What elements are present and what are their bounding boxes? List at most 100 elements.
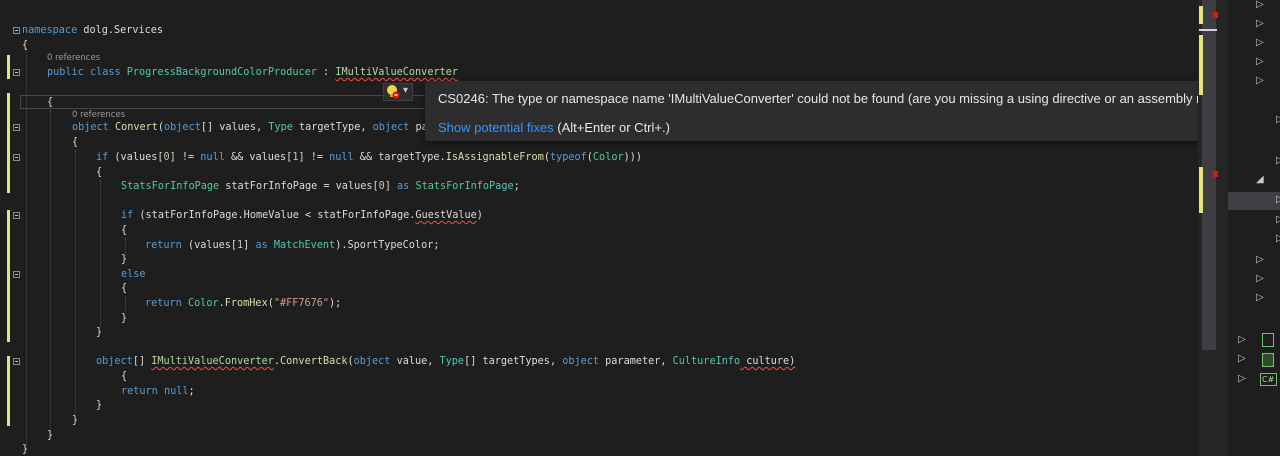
expand-triangle-icon[interactable]: ▷ <box>1256 56 1264 67</box>
code-line: } <box>0 429 53 443</box>
expand-triangle-icon[interactable]: ▷ <box>1256 292 1264 303</box>
code-line: if (statForInfoPage.HomeValue < statForI… <box>0 209 483 223</box>
token-text: ] <box>384 181 398 192</box>
expand-triangle-icon[interactable]: ▷ <box>1238 353 1246 364</box>
token-text: parameter, <box>599 356 673 367</box>
codelens[interactable]: 0 references <box>0 110 125 121</box>
token-text: (statForInfoPage.HomeValue < statForInfo… <box>133 210 416 221</box>
token-error-interface[interactable]: IMultiValueConverter <box>335 67 458 78</box>
token-type: Color <box>592 152 624 163</box>
token-brace: } <box>96 327 103 338</box>
token-text: ); <box>329 298 342 309</box>
quick-actions-lightbulb[interactable]: ▾ <box>383 83 413 101</box>
token-text: ] != <box>298 152 330 163</box>
code-line: } <box>0 253 127 267</box>
fold-toggle[interactable] <box>13 358 20 365</box>
expand-triangle-icon[interactable]: ▷ <box>1256 273 1264 284</box>
error-marker <box>1213 171 1218 177</box>
shortcut-hint: (Alt+Enter or Ctrl+.) <box>553 120 670 135</box>
chevron-down-icon[interactable]: ▾ <box>403 85 408 96</box>
token-text: statForInfoPage = values[ <box>219 181 379 192</box>
expand-triangle-icon[interactable]: ▷ <box>1238 334 1246 345</box>
token-error-interface[interactable]: IMultiValueConverter <box>151 356 274 367</box>
change-marker <box>1199 167 1203 213</box>
token-keyword: as <box>255 240 268 251</box>
code-line: object Convert(object[] values, Type tar… <box>0 121 428 135</box>
token-keyword: if <box>96 152 109 163</box>
token-keyword: object <box>562 356 600 367</box>
token-keyword: return <box>145 240 182 251</box>
token-type: MatchEvent <box>273 240 336 251</box>
token-keyword: else <box>121 269 146 280</box>
token-brace: } <box>47 430 54 441</box>
token-brace: { <box>72 137 79 148</box>
code-line: } <box>0 399 102 413</box>
expand-triangle-icon[interactable]: ▷ <box>1256 254 1264 265</box>
token-text: (values[ <box>108 152 164 163</box>
expand-triangle-icon[interactable]: ▷ <box>1256 75 1264 86</box>
expand-triangle-icon[interactable]: ▷ <box>1276 155 1280 166</box>
error-marker <box>1213 12 1218 18</box>
show-potential-fixes-link[interactable]: Show potential fixes <box>438 120 554 135</box>
token-keyword: null <box>329 152 354 163</box>
expand-triangle-icon[interactable]: ▷ <box>1276 194 1280 205</box>
token-text: && values[ <box>224 152 293 163</box>
expand-triangle-icon[interactable]: ▷ <box>1256 18 1264 29</box>
file-icon <box>1262 353 1274 367</box>
expand-triangle-icon[interactable]: ▷ <box>1276 114 1280 125</box>
fold-toggle[interactable] <box>13 124 20 131</box>
token-type: Type <box>439 356 465 367</box>
token-text: ] <box>243 240 256 251</box>
indent-guide <box>75 150 76 414</box>
change-marker <box>1199 35 1203 95</box>
token-keyword: object <box>372 122 410 133</box>
expand-triangle-icon[interactable]: ▷ <box>1276 233 1280 244</box>
expand-triangle-icon[interactable]: ▷ <box>1238 373 1246 384</box>
token-brace: } <box>72 415 79 426</box>
fold-toggle[interactable] <box>13 271 20 278</box>
token-text: dolg.Services <box>77 25 164 36</box>
codelens-references[interactable]: 0 references <box>47 53 100 64</box>
token-brace: } <box>121 254 128 265</box>
token-method: FromHex <box>224 298 268 309</box>
fold-toggle[interactable] <box>13 212 20 219</box>
expand-triangle-icon[interactable]: ▷ <box>1256 37 1264 48</box>
token-keyword: object <box>164 122 201 133</box>
token-brace: { <box>96 167 103 178</box>
fold-toggle[interactable] <box>13 69 20 76</box>
collapse-triangle-icon[interactable]: ◢ <box>1256 174 1264 185</box>
token-keyword: public <box>47 67 84 78</box>
code-line: { <box>0 39 28 53</box>
token-type: StatsForInfoPage <box>121 181 220 192</box>
codelens-references[interactable]: 0 references <box>72 110 125 121</box>
vertical-scrollbar[interactable] <box>1198 0 1228 456</box>
code-line: { <box>0 282 127 296</box>
token-keyword: object <box>72 122 109 133</box>
token-keyword: null <box>200 152 225 163</box>
token-text: targetType, <box>292 122 373 133</box>
token-text: : <box>316 67 336 78</box>
error-message: CS0246: The type or namespace name 'IMul… <box>438 91 1263 106</box>
token-text: (values[ <box>181 240 238 251</box>
token-brace: { <box>121 225 128 236</box>
code-line: } <box>0 414 78 428</box>
token-keyword: namespace <box>22 25 78 36</box>
expand-triangle-icon[interactable]: ▷ <box>1256 0 1264 10</box>
fold-toggle[interactable] <box>13 27 20 34</box>
code-line: else <box>0 268 146 282</box>
fold-toggle[interactable] <box>13 154 20 161</box>
token-text: && targetType. <box>353 152 446 163</box>
code-line: return null; <box>0 385 195 399</box>
expand-triangle-icon[interactable]: ▷ <box>1276 214 1280 225</box>
token-error-member[interactable]: GuestValue <box>415 210 476 221</box>
code-line: if (values[0] != null && values[1] != nu… <box>0 151 642 165</box>
codelens[interactable]: 0 references <box>0 53 100 64</box>
token-text: culture) <box>740 356 796 367</box>
code-line: } <box>0 312 127 326</box>
token-text: value, <box>390 356 440 367</box>
token-keyword: object <box>96 356 133 367</box>
code-editor[interactable]: namespace dolg.Services { 0 references p… <box>0 0 1198 456</box>
code-line: return (values[1] as MatchEvent).SportTy… <box>0 239 439 253</box>
code-line: { <box>0 224 127 238</box>
code-line: { <box>0 370 127 384</box>
